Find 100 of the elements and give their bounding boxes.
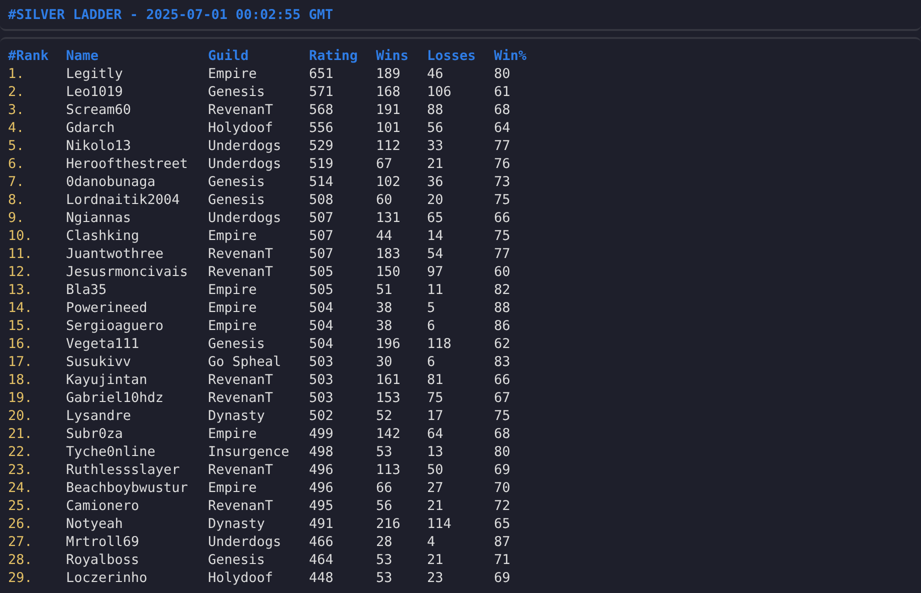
rank-cell-text: 20. xyxy=(8,408,34,424)
table-cell-text: 76 xyxy=(494,156,512,172)
table-cell-text: Empire xyxy=(208,480,258,496)
rank-cell-text: 9. xyxy=(8,210,26,226)
table-cell-text: 5 xyxy=(427,300,436,316)
table-cell-text: Genesis xyxy=(208,336,266,352)
table-cell-text: Insurgence xyxy=(208,444,290,460)
rank-cell-text: 3. xyxy=(8,102,26,118)
table-cell-text: 77 xyxy=(494,246,512,262)
rank-cell-text: 2. xyxy=(8,84,26,100)
table-cell-text: RevenanT xyxy=(208,462,274,478)
column-header: Rating xyxy=(309,48,359,64)
table-cell-text: Empire xyxy=(208,228,258,244)
table-cell-text: RevenanT xyxy=(208,102,274,118)
table-cell-text: 69 xyxy=(494,462,512,478)
table-cell-text: 46 xyxy=(427,66,444,82)
table-cell-text: 62 xyxy=(494,336,512,352)
table-cell-text: 64 xyxy=(427,426,444,442)
table-cell-text: 499 xyxy=(309,426,334,442)
table-cell-text: 571 xyxy=(309,84,334,100)
table-cell-text: 77 xyxy=(494,138,512,154)
table-cell-text: 508 xyxy=(309,192,334,208)
rank-cell-text: 18. xyxy=(8,372,34,388)
table-cell-text: 568 xyxy=(309,102,334,118)
table-cell-text: 504 xyxy=(309,300,334,316)
column-header: Win% xyxy=(494,48,528,64)
table-cell-text: 53 xyxy=(376,444,394,460)
table-cell-text: 80 xyxy=(494,66,512,82)
table-cell-text: 50 xyxy=(427,462,444,478)
table-cell-text: Camionero xyxy=(66,498,140,514)
table-cell-text: Loczerinho xyxy=(66,570,148,586)
rank-cell-text: 4. xyxy=(8,120,26,136)
table-cell-text: 56 xyxy=(427,120,444,136)
table-cell-text: Powerineed xyxy=(66,300,148,316)
table-cell-text: 505 xyxy=(309,282,334,298)
table-cell-text: Lysandre xyxy=(66,408,132,424)
rank-cell-text: 16. xyxy=(8,336,34,352)
table-cell-text: 53 xyxy=(376,570,394,586)
table-cell-text: Dynasty xyxy=(208,516,266,532)
table-cell-text: Dynasty xyxy=(208,408,266,424)
table-cell-text: 61 xyxy=(494,84,512,100)
table-cell-text: 507 xyxy=(309,246,334,262)
rank-cell-text: 28. xyxy=(8,552,34,568)
table-cell-text: 65 xyxy=(427,210,444,226)
table-cell-text: 183 xyxy=(376,246,402,262)
table-cell-text: 21 xyxy=(427,156,444,172)
table-cell-text: Holydoof xyxy=(208,570,274,586)
table-cell-text: 23 xyxy=(427,570,444,586)
table-cell-text: Heroofthestreet xyxy=(66,156,189,172)
table-cell-text: Gdarch xyxy=(66,120,116,136)
table-cell-text: 556 xyxy=(309,120,334,136)
table-cell-text: Genesis xyxy=(208,192,266,208)
table-cell-text: Empire xyxy=(208,66,258,82)
table-cell-text: Jesusrmoncivais xyxy=(66,264,189,280)
table-cell-text: 131 xyxy=(376,210,402,226)
rank-cell-text: 1. xyxy=(8,66,26,82)
rank-cell-text: 27. xyxy=(8,534,34,550)
table-cell-text: 21 xyxy=(427,498,444,514)
rank-cell-text: 14. xyxy=(8,300,34,316)
table-cell-text: 161 xyxy=(376,372,402,388)
rank-cell-text: 12. xyxy=(8,264,34,280)
rank-cell-text: 26. xyxy=(8,516,34,532)
table-cell-text: 519 xyxy=(309,156,334,172)
table-cell-text: Empire xyxy=(208,318,258,334)
table-cell-text: 196 xyxy=(376,336,402,352)
table-cell-text: 464 xyxy=(309,552,334,568)
table-cell-text: 60 xyxy=(376,192,394,208)
table-cell-text: Susukivv xyxy=(66,354,132,370)
table-cell-text: 504 xyxy=(309,336,334,352)
rank-cell-text: 24. xyxy=(8,480,34,496)
table-cell-text: Leo1019 xyxy=(66,84,124,100)
table-cell-text: RevenanT xyxy=(208,246,274,262)
table-cell-text: 153 xyxy=(376,390,402,406)
table-cell-text: Vegeta111 xyxy=(66,336,140,352)
table-cell-text: Empire xyxy=(208,282,258,298)
table-cell-text: 102 xyxy=(376,174,402,190)
table-cell-text: Ngiannas xyxy=(66,210,132,226)
table-cell-text: 496 xyxy=(309,480,334,496)
rank-cell-text: 17. xyxy=(8,354,34,370)
column-header: Guild xyxy=(208,48,250,64)
table-cell-text: 106 xyxy=(427,84,452,100)
table-cell-text: 189 xyxy=(376,66,402,82)
table-cell-text: 83 xyxy=(494,354,512,370)
table-cell-text: 75 xyxy=(494,192,512,208)
table-cell-text: Notyeah xyxy=(66,516,124,532)
rank-cell-text: 19. xyxy=(8,390,34,406)
table-cell-text: Juantwothree xyxy=(66,246,165,262)
table-cell-text: 68 xyxy=(494,426,512,442)
table-cell-text: 80 xyxy=(494,444,512,460)
table-cell-text: 505 xyxy=(309,264,334,280)
table-cell-text: Gabriel10hdz xyxy=(66,390,165,406)
table-cell-text: 75 xyxy=(494,408,512,424)
rank-cell-text: 21. xyxy=(8,426,34,442)
table-cell-text: 65 xyxy=(494,516,512,532)
table-cell-text: Genesis xyxy=(208,84,266,100)
table-cell-text: 114 xyxy=(427,516,452,532)
table-cell-text: 68 xyxy=(494,102,512,118)
table-cell-text: 88 xyxy=(427,102,444,118)
table-cell-text: 150 xyxy=(376,264,402,280)
table-cell-text: Lordnaitik2004 xyxy=(66,192,181,208)
